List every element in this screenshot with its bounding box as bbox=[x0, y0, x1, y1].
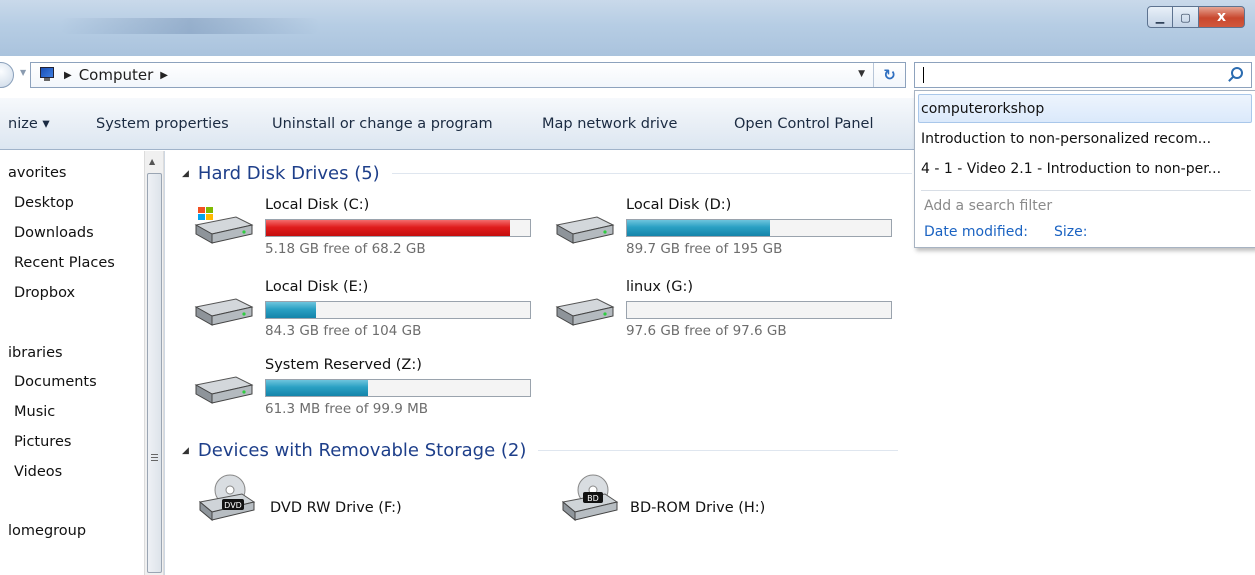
drive-name: Local Disk (C:) bbox=[265, 197, 370, 213]
map-network-drive-button[interactable]: Map network drive bbox=[542, 116, 677, 132]
group-divider bbox=[538, 450, 899, 451]
filter-date-modified[interactable]: Date modified: bbox=[924, 224, 1028, 240]
group-title: Devices with Removable Storage (2) bbox=[197, 440, 527, 461]
suggestion-item[interactable]: Introduction to non-personalized recom..… bbox=[921, 131, 1211, 147]
nav-item-dropbox[interactable]: Dropbox bbox=[14, 285, 75, 301]
pane-divider bbox=[164, 151, 165, 575]
organize-button[interactable]: nize ▾ bbox=[8, 116, 50, 132]
drive-usage-bar bbox=[626, 219, 892, 237]
drive-usage-bar bbox=[265, 219, 531, 237]
suggestion-divider bbox=[921, 190, 1251, 191]
title-bar: ▁ ▢ x bbox=[0, 0, 1255, 56]
address-bar[interactable]: ▶ Computer ▶ ▼ ↻ bbox=[30, 62, 906, 88]
minimize-button[interactable]: ▁ bbox=[1147, 6, 1173, 28]
hard-drive-icon bbox=[194, 376, 254, 404]
close-button[interactable]: x bbox=[1199, 6, 1245, 28]
hard-drive-icon bbox=[555, 216, 615, 244]
drive-item[interactable]: linux (G:) 97.6 GB free of 97.6 GB bbox=[553, 279, 903, 341]
search-filter-title: Add a search filter bbox=[924, 198, 1053, 214]
nav-item-recent-places[interactable]: Recent Places bbox=[14, 255, 115, 271]
drive-usage-fill bbox=[266, 380, 368, 396]
search-icon[interactable] bbox=[1231, 67, 1243, 79]
window-controls: ▁ ▢ x bbox=[1147, 6, 1245, 28]
scroll-up-icon[interactable]: ▲ bbox=[149, 157, 155, 166]
windows-drive-icon bbox=[194, 207, 254, 244]
drive-item[interactable]: Local Disk (E:) 84.3 GB free of 104 GB bbox=[192, 279, 542, 341]
dvd-drive-item[interactable]: DVD DVD RW Drive (F:) bbox=[192, 472, 492, 534]
drive-item[interactable]: Local Disk (D:) 89.7 GB free of 195 GB bbox=[553, 197, 903, 259]
svg-text:BD: BD bbox=[587, 494, 599, 503]
recent-pages-icon[interactable]: ▼ bbox=[20, 68, 26, 77]
drive-free-space: 5.18 GB free of 68.2 GB bbox=[265, 241, 426, 257]
drive-usage-bar bbox=[265, 379, 531, 397]
suggestion-item[interactable]: computerorkshop bbox=[921, 101, 1044, 117]
nav-scrollbar[interactable]: ▲ bbox=[144, 151, 164, 575]
bd-drive-icon: BD bbox=[561, 474, 619, 522]
back-button[interactable] bbox=[0, 62, 14, 88]
hard-drive-icon bbox=[194, 298, 254, 326]
drive-free-space: 97.6 GB free of 97.6 GB bbox=[626, 323, 787, 339]
group-header-hard-disks[interactable]: ◢ Hard Disk Drives (5) bbox=[182, 163, 912, 184]
nav-item-pictures[interactable]: Pictures bbox=[14, 434, 71, 450]
drive-usage-bar bbox=[626, 301, 892, 319]
bd-drive-name: BD-ROM Drive (H:) bbox=[630, 500, 766, 516]
drive-free-space: 61.3 MB free of 99.9 MB bbox=[265, 401, 429, 417]
minimize-icon: ▁ bbox=[1155, 10, 1165, 24]
svg-text:DVD: DVD bbox=[224, 501, 242, 510]
text-caret bbox=[923, 67, 924, 83]
drive-name: System Reserved (Z:) bbox=[265, 357, 422, 373]
suggestion-item[interactable]: 4 - 1 - Video 2.1 - Introduction to non-… bbox=[921, 161, 1221, 177]
dvd-drive-name: DVD RW Drive (F:) bbox=[270, 500, 402, 516]
group-divider bbox=[391, 173, 912, 174]
open-control-panel-button[interactable]: Open Control Panel bbox=[734, 116, 873, 132]
search-input[interactable] bbox=[914, 62, 1252, 88]
drive-item[interactable]: Local Disk (C:) 5.18 GB free of 68.2 GB bbox=[192, 197, 542, 259]
navigation-pane: avorites Desktop Downloads Recent Places… bbox=[0, 151, 142, 575]
scroll-grip-icon bbox=[151, 454, 158, 461]
drive-name: Local Disk (D:) bbox=[626, 197, 732, 213]
scroll-thumb[interactable] bbox=[147, 173, 162, 573]
nav-item-videos[interactable]: Videos bbox=[14, 464, 62, 480]
nav-item-desktop[interactable]: Desktop bbox=[14, 195, 74, 211]
drive-free-space: 84.3 GB free of 104 GB bbox=[265, 323, 422, 339]
drive-usage-fill bbox=[266, 302, 317, 318]
address-dropdown-icon[interactable]: ▼ bbox=[858, 69, 865, 79]
nav-homegroup[interactable]: lomegroup bbox=[8, 523, 86, 539]
maximize-icon: ▢ bbox=[1180, 10, 1191, 24]
drive-free-space: 89.7 GB free of 195 GB bbox=[626, 241, 783, 257]
drive-usage-fill bbox=[266, 220, 510, 236]
dvd-drive-icon: DVD bbox=[198, 474, 256, 522]
crumb-arrow-icon[interactable]: ▶ bbox=[64, 70, 72, 81]
search-suggestions: computerorkshop Introduction to non-pers… bbox=[914, 90, 1255, 248]
drive-name: linux (G:) bbox=[626, 279, 694, 295]
group-title: Hard Disk Drives (5) bbox=[197, 163, 380, 184]
drive-usage-fill bbox=[627, 220, 770, 236]
close-icon: x bbox=[1216, 9, 1227, 25]
drive-usage-bar bbox=[265, 301, 531, 319]
nav-item-downloads[interactable]: Downloads bbox=[14, 225, 94, 241]
filter-size[interactable]: Size: bbox=[1054, 224, 1087, 240]
collapse-triangle-icon[interactable]: ◢ bbox=[182, 446, 189, 456]
refresh-icon[interactable]: ↻ bbox=[873, 63, 905, 87]
drive-item[interactable]: System Reserved (Z:) 61.3 MB free of 99.9… bbox=[192, 357, 542, 419]
nav-favorites-header[interactable]: avorites bbox=[8, 165, 67, 181]
collapse-triangle-icon[interactable]: ◢ bbox=[182, 169, 189, 179]
uninstall-program-button[interactable]: Uninstall or change a program bbox=[272, 116, 493, 132]
hard-drive-icon bbox=[555, 298, 615, 326]
drive-name: Local Disk (E:) bbox=[265, 279, 369, 295]
nav-item-music[interactable]: Music bbox=[14, 404, 55, 420]
computer-icon bbox=[37, 67, 57, 83]
crumb-arrow-icon[interactable]: ▶ bbox=[160, 70, 168, 81]
system-properties-button[interactable]: System properties bbox=[96, 116, 229, 132]
group-header-removable[interactable]: ◢ Devices with Removable Storage (2) bbox=[182, 440, 899, 461]
breadcrumb-computer[interactable]: Computer bbox=[79, 66, 154, 84]
nav-libraries-header[interactable]: ibraries bbox=[8, 345, 63, 361]
title-glass bbox=[60, 18, 320, 34]
bd-drive-item[interactable]: BD BD-ROM Drive (H:) bbox=[555, 472, 855, 534]
nav-item-documents[interactable]: Documents bbox=[14, 374, 97, 390]
maximize-button[interactable]: ▢ bbox=[1173, 6, 1199, 28]
